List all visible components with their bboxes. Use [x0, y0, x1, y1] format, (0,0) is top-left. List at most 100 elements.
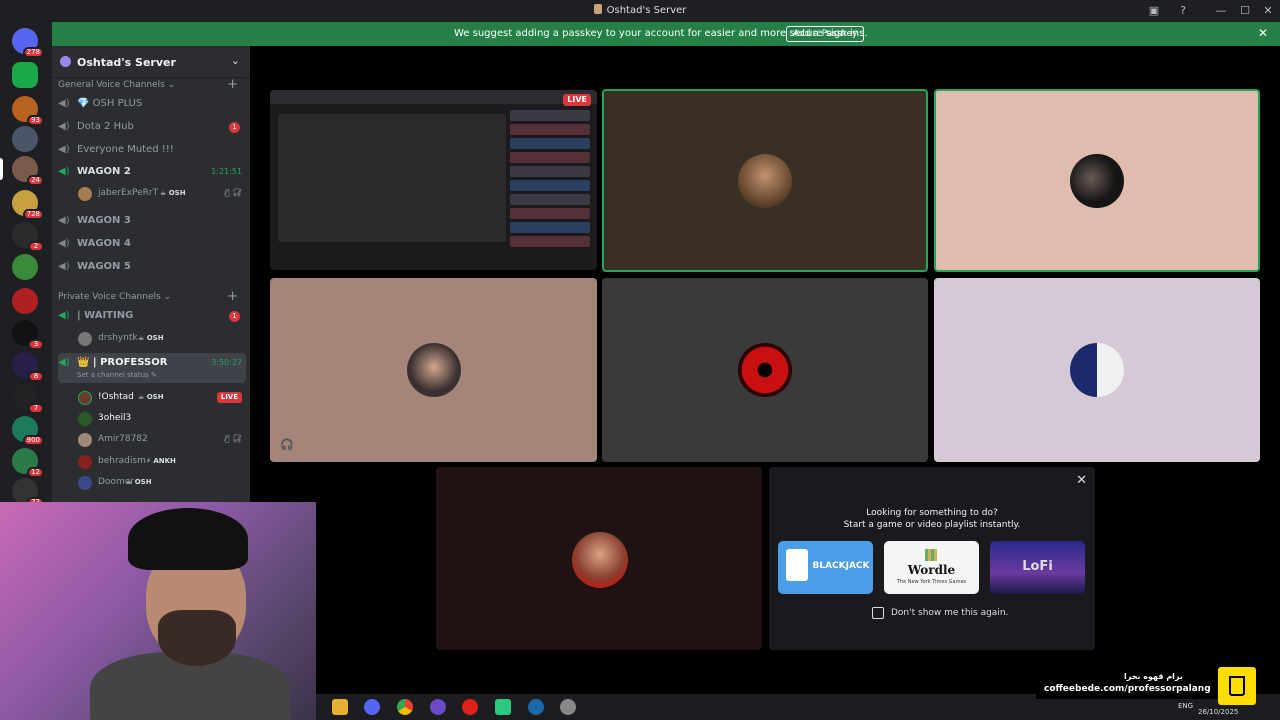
opera-icon[interactable]	[462, 699, 478, 715]
server-icon[interactable]	[12, 254, 38, 280]
close-notice-icon[interactable]: ✕	[1258, 26, 1268, 40]
selected-server-pill	[0, 158, 3, 180]
server-icon[interactable]: 93	[12, 96, 44, 126]
mute-deafen-icons: 🎙̸ 🎧̸	[224, 188, 242, 197]
username: jaberExPeRrT	[98, 188, 159, 198]
shared-video-area	[278, 114, 506, 242]
video-tile[interactable]	[934, 89, 1260, 272]
category-private-voice[interactable]: Private Voice Channels ⌄	[58, 292, 171, 302]
webcam-overlay	[0, 502, 316, 720]
category-general-voice[interactable]: General Voice Channels ⌄	[58, 80, 175, 90]
voice-channel-professor[interactable]: ◀) 👑 | PROFESSOR 3:50:27 Set a channel s…	[58, 353, 246, 383]
add-channel-icon[interactable]: +	[227, 77, 238, 92]
voice-channel-waiting[interactable]: ◀) | WAITING 1	[58, 306, 246, 326]
wordle-grid-icon	[925, 549, 937, 561]
server-icon[interactable]: 72	[12, 478, 44, 508]
server-icon[interactable]: 8	[12, 352, 44, 382]
channel-status[interactable]: Set a channel status ✎	[77, 371, 157, 379]
username: behradism	[98, 456, 146, 466]
window-title: Oshtad's Server	[0, 4, 1280, 16]
file-explorer-icon[interactable]	[332, 699, 348, 715]
speaker-icon: ◀)	[58, 166, 70, 177]
voice-user[interactable]: Amir78782 🎙̸ 🎧̸	[78, 430, 246, 450]
channel-sidebar: Oshtad's Server ⌄ General Voice Channels…	[52, 46, 250, 502]
avatar	[572, 531, 628, 588]
channel-label: | WAITING	[77, 310, 134, 321]
voice-user[interactable]: drshyntk ☕ OSH	[78, 329, 246, 349]
voice-channel-dota2[interactable]: ◀) Dota 2 Hub 1	[58, 117, 246, 137]
checkbox[interactable]	[872, 607, 884, 619]
video-tile[interactable]: 🎧	[270, 278, 597, 462]
server-icon[interactable]	[12, 288, 38, 314]
server-icon[interactable]: 900	[12, 416, 44, 446]
discord-icon[interactable]	[364, 699, 380, 715]
app-icon[interactable]	[560, 699, 576, 715]
direct-messages-icon[interactable]: 278	[12, 28, 44, 58]
video-tile[interactable]	[436, 467, 762, 650]
server-icon[interactable]: 12	[12, 448, 44, 478]
username: drshyntk	[98, 333, 138, 343]
steam-icon[interactable]	[528, 699, 544, 715]
voice-user[interactable]: behradism ⚡ ANKH	[78, 452, 246, 472]
server-header[interactable]: Oshtad's Server ⌄	[52, 46, 250, 78]
chrome-icon[interactable]	[397, 699, 413, 715]
voice-channel-osh-plus[interactable]: ◀) 💎 OSH PLUS	[58, 94, 246, 114]
rail-badge: 3	[28, 339, 44, 350]
avatar	[78, 187, 92, 201]
server-icon[interactable]: 2	[12, 222, 44, 252]
chevron-down-icon[interactable]: ⌄	[231, 54, 240, 67]
video-tile[interactable]	[602, 278, 928, 462]
channel-label: Dota 2 Hub	[77, 121, 134, 132]
close-icon[interactable]: ✕	[1076, 473, 1087, 488]
deafened-icon: 🎧	[280, 438, 294, 451]
game-title: LoFi	[1022, 559, 1053, 574]
game-subtitle: The New York Times Games	[896, 579, 967, 585]
server-icon[interactable]	[12, 62, 38, 88]
inbox-icon[interactable]: ▣	[1140, 0, 1168, 22]
voice-user[interactable]: jaberExPeRrT ☕ OSH 🎙̸ 🎧̸	[78, 184, 246, 204]
server-icon-oshtad[interactable]: 24	[12, 156, 44, 186]
speaker-icon: ◀)	[58, 215, 70, 226]
voice-channel-wagon-2[interactable]: ◀) WAGON 2 1:21:51	[58, 162, 246, 182]
taskbar-date[interactable]: 26/10/2025	[1198, 708, 1238, 716]
app-icon[interactable]	[495, 699, 511, 715]
voice-user[interactable]: 3oheil3	[78, 409, 246, 429]
activity-card-wordle[interactable]: Wordle The New York Times Games	[884, 541, 979, 594]
user-tag: ☕ OSH	[138, 393, 164, 401]
app-icon[interactable]	[430, 699, 446, 715]
server-icon[interactable]: 7	[12, 384, 44, 414]
rail-badge: 24	[27, 175, 44, 186]
server-icon[interactable]: 728	[12, 190, 44, 220]
help-icon[interactable]: ?	[1169, 0, 1197, 22]
voice-user[interactable]: !Oshtad ☕ OSH LIVE	[78, 388, 246, 408]
server-icon[interactable]: 3	[12, 320, 44, 350]
voice-channel-wagon-4[interactable]: ◀) WAGON 4	[58, 234, 246, 254]
server-icon[interactable]	[12, 126, 38, 152]
channel-label: WAGON 2	[77, 166, 131, 177]
activity-card-lofi[interactable]: LoFi	[990, 541, 1085, 594]
user-tag: ☕ OSH	[138, 334, 164, 342]
game-title: Wordle	[907, 563, 956, 577]
username: 3oheil3	[98, 413, 132, 423]
avatar	[78, 476, 92, 490]
user-tag: ⚡ ANKH	[146, 457, 176, 465]
rail-badge: 12	[27, 467, 44, 478]
username: Amir78782	[98, 434, 148, 444]
add-channel-icon[interactable]: +	[227, 289, 238, 304]
speaker-icon: ◀)	[58, 357, 70, 368]
add-passkey-button[interactable]: Add a Passkey	[786, 26, 865, 42]
channel-label: WAGON 3	[77, 215, 131, 226]
screen-share-tile[interactable]: LIVE	[270, 90, 597, 270]
live-badge: LIVE	[216, 392, 242, 403]
voice-channel-wagon-3[interactable]: ◀) WAGON 3	[58, 211, 246, 231]
close-window-button[interactable]: ✕	[1254, 0, 1280, 22]
video-tile[interactable]	[934, 278, 1260, 462]
voice-channel-everyone-muted[interactable]: ◀) Everyone Muted !!!	[58, 140, 246, 160]
activity-card-blackjack[interactable]: BLACKJACK	[778, 541, 873, 594]
language-indicator[interactable]: ENG	[1178, 702, 1193, 710]
voice-user[interactable]: Doomer ☕ OSH	[78, 473, 246, 493]
rail-badge: 7	[28, 403, 44, 414]
video-tile[interactable]	[602, 89, 928, 272]
voice-channel-wagon-5[interactable]: ◀) WAGON 5	[58, 257, 246, 277]
unread-count-badge: 1	[229, 122, 240, 133]
